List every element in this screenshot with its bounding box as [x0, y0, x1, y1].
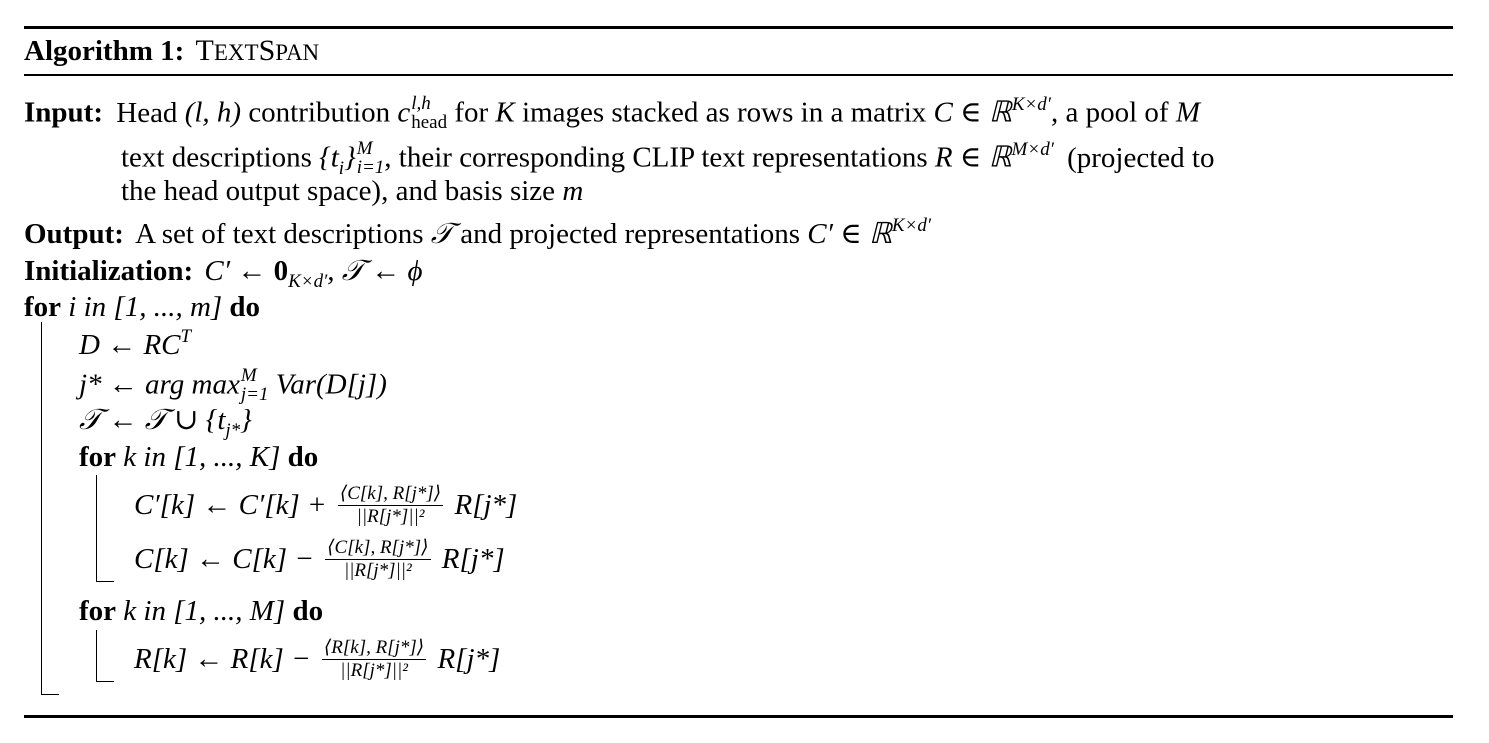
math-Cprime-sup: K×d′ — [891, 215, 932, 236]
step-T: 𝒯 ← 𝒯 ∪ {tj*} — [79, 404, 252, 441]
step-jstar: j* ← arg max Mj=1 Var(D[j]) — [79, 365, 387, 406]
initialization-line: Initialization: C′ ← 0K×d′, 𝒯 ← ϕ — [24, 255, 423, 292]
math-Rj: R[j*] — [437, 643, 501, 676]
loop-range: [1, ..., M] — [173, 595, 286, 627]
algorithm-title: Algorithm 1: TEXTSPAN — [24, 36, 319, 66]
loop-var: i in — [68, 291, 107, 323]
input-text: for — [454, 96, 489, 129]
header-rule — [24, 74, 1453, 76]
output-label: Output: — [24, 218, 124, 250]
math-m: m — [562, 175, 584, 207]
step-Cprime-update: C′[k] ← C′[k] + ⟨C[k], R[j*]⟩ ||R[j*]||² … — [134, 483, 518, 529]
output-text: and projected representations — [460, 218, 801, 250]
input-text: , their corresponding CLIP text represen… — [384, 141, 928, 174]
math-D-sup: T — [180, 326, 192, 347]
math-Cprime-lhs: C′[k] ← C′[k] + — [134, 489, 327, 522]
math-T: 𝒯 — [430, 218, 453, 250]
algorithm-name: TEXTSPAN — [195, 34, 320, 67]
loop-k1-end — [96, 581, 114, 582]
math-R-lhs: R[k] ← R[k] − — [134, 643, 311, 676]
input-text: the head output space), and basis size — [121, 175, 556, 207]
step-R-update: R[k] ← R[k] − ⟨R[k], R[j*]⟩ ||R[j*]||² R[… — [134, 637, 501, 683]
top-rule — [24, 26, 1453, 29]
input-text: contribution — [248, 96, 391, 129]
keyword-for: for — [79, 595, 117, 627]
initialization-label: Initialization: — [24, 255, 194, 287]
math-t-close: } — [344, 141, 356, 174]
for-i-line: for i in [1, ..., m] do — [24, 293, 260, 322]
math-Cprime-set: C′ ∈ ℝ — [807, 218, 892, 250]
math-C-lhs: C[k] ← C[k] − — [134, 543, 314, 576]
math-C-set: C ∈ ℝ — [933, 96, 1012, 129]
math-fraction: ⟨C[k], R[j*]⟩ ||R[j*]||² — [337, 483, 444, 527]
loop-var: k in — [123, 441, 166, 473]
math-t-set: {t — [319, 141, 339, 174]
loop-var: k in — [123, 595, 166, 627]
math-argmax: j* ← arg max — [79, 368, 240, 401]
keyword-do: do — [287, 441, 319, 473]
math-C-sup: K×d′ — [1011, 93, 1051, 115]
math-argmax-scripts: Mj=1 — [240, 365, 269, 405]
for-k2-line: for k in [1, ..., M] do — [79, 597, 323, 626]
math-c-head: c — [397, 96, 411, 129]
input-text: , a pool of — [1050, 96, 1169, 129]
loop-k1-bar — [96, 475, 97, 582]
math-Rj: R[j*] — [441, 543, 505, 576]
loop-i-end — [41, 694, 59, 695]
input-text: (projected to — [1067, 141, 1215, 174]
math-T-update: 𝒯 ← 𝒯 ∪ {t — [79, 404, 226, 436]
for-k1-line: for k in [1, ..., K] do — [79, 443, 318, 472]
keyword-for: for — [79, 441, 117, 473]
loop-range: [1, ..., m] — [113, 291, 223, 323]
math-init-C: C′ ← — [204, 255, 274, 287]
math-T-sub: j* — [225, 420, 241, 441]
input-text: images stacked as rows in a matrix — [522, 96, 927, 129]
math-M: M — [1175, 96, 1200, 129]
math-t-scripts: Mi=1 — [356, 138, 385, 178]
math-T-close: } — [240, 404, 252, 436]
loop-k2-end — [96, 681, 114, 682]
math-R-sup: M×d′ — [1011, 138, 1054, 160]
input-label: Input: — [24, 96, 103, 129]
math-zero: 0 — [273, 255, 289, 287]
loop-range: [1, ..., K] — [173, 441, 281, 473]
math-fraction: ⟨C[k], R[j*]⟩ ||R[j*]||² — [325, 537, 431, 581]
math-Rj: R[j*] — [454, 489, 518, 522]
math-fraction: ⟨R[k], R[j*]⟩ ||R[j*]||² — [321, 637, 427, 681]
step-D: D ← RCT — [79, 327, 191, 361]
math-K: K — [495, 96, 515, 129]
math-D: D ← RC — [79, 329, 181, 361]
keyword-do: do — [229, 291, 261, 323]
input-line-2: text descriptions {ti} Mi=1, their corres… — [121, 138, 1215, 179]
input-text: text descriptions — [121, 141, 312, 174]
math-c-head-scripts: l,h head — [411, 93, 448, 133]
keyword-for: for — [24, 291, 62, 323]
output-text: A set of text descriptions — [135, 218, 424, 250]
input-text: Head — [116, 96, 178, 129]
math-var: Var(D[j]) — [275, 368, 387, 401]
algorithm-label: Algorithm 1: — [24, 35, 185, 67]
math-init-T: , 𝒯 ← ϕ — [327, 255, 423, 287]
math-head-index: (l, h) — [184, 96, 242, 129]
input-line-1: Input: Head (l, h) contribution c l,h head… — [24, 93, 1200, 134]
math-zero-sub: K×d′ — [288, 271, 328, 292]
output-line: Output: A set of text descriptions 𝒯 and… — [24, 216, 931, 250]
keyword-do: do — [292, 595, 324, 627]
input-line-3: the head output space), and basis size m — [121, 177, 583, 206]
loop-i-bar — [41, 322, 42, 695]
loop-k2-bar — [96, 630, 97, 682]
step-C-update: C[k] ← C[k] − ⟨C[k], R[j*]⟩ ||R[j*]||² R[… — [134, 537, 505, 583]
math-R-set: R ∈ ℝ — [934, 141, 1012, 174]
bottom-rule — [24, 715, 1453, 718]
